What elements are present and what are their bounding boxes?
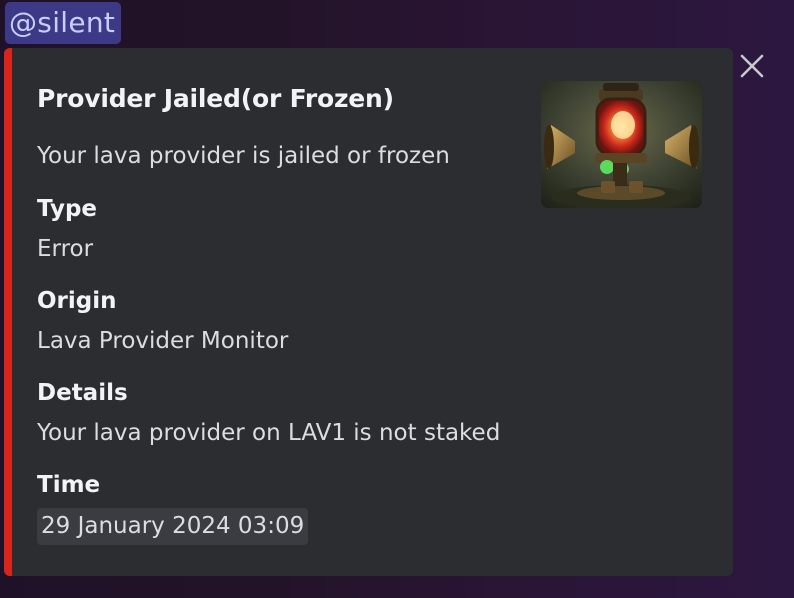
- embed-accent-bar: [4, 48, 12, 576]
- embed-description: Your lava provider is jailed or frozen: [37, 143, 450, 169]
- field-name-time: Time: [37, 472, 101, 498]
- field-name-type: Type: [37, 196, 98, 222]
- embed-title: Provider Jailed(or Frozen): [37, 84, 394, 113]
- close-icon[interactable]: [736, 50, 768, 82]
- field-name-details: Details: [37, 380, 128, 406]
- field-name-origin: Origin: [37, 288, 117, 314]
- field-value-origin: Lava Provider Monitor: [37, 328, 289, 354]
- alert-embed: Provider Jailed(or Frozen) Your lava pro…: [4, 48, 733, 576]
- field-value-time: 29 January 2024 03:09: [37, 508, 309, 545]
- user-mention[interactable]: @silent: [5, 2, 122, 44]
- lantern-robot-thumbnail[interactable]: [541, 81, 702, 208]
- field-value-details: Your lava provider on LAV1 is not staked: [37, 420, 501, 446]
- field-value-type: Error: [37, 236, 94, 262]
